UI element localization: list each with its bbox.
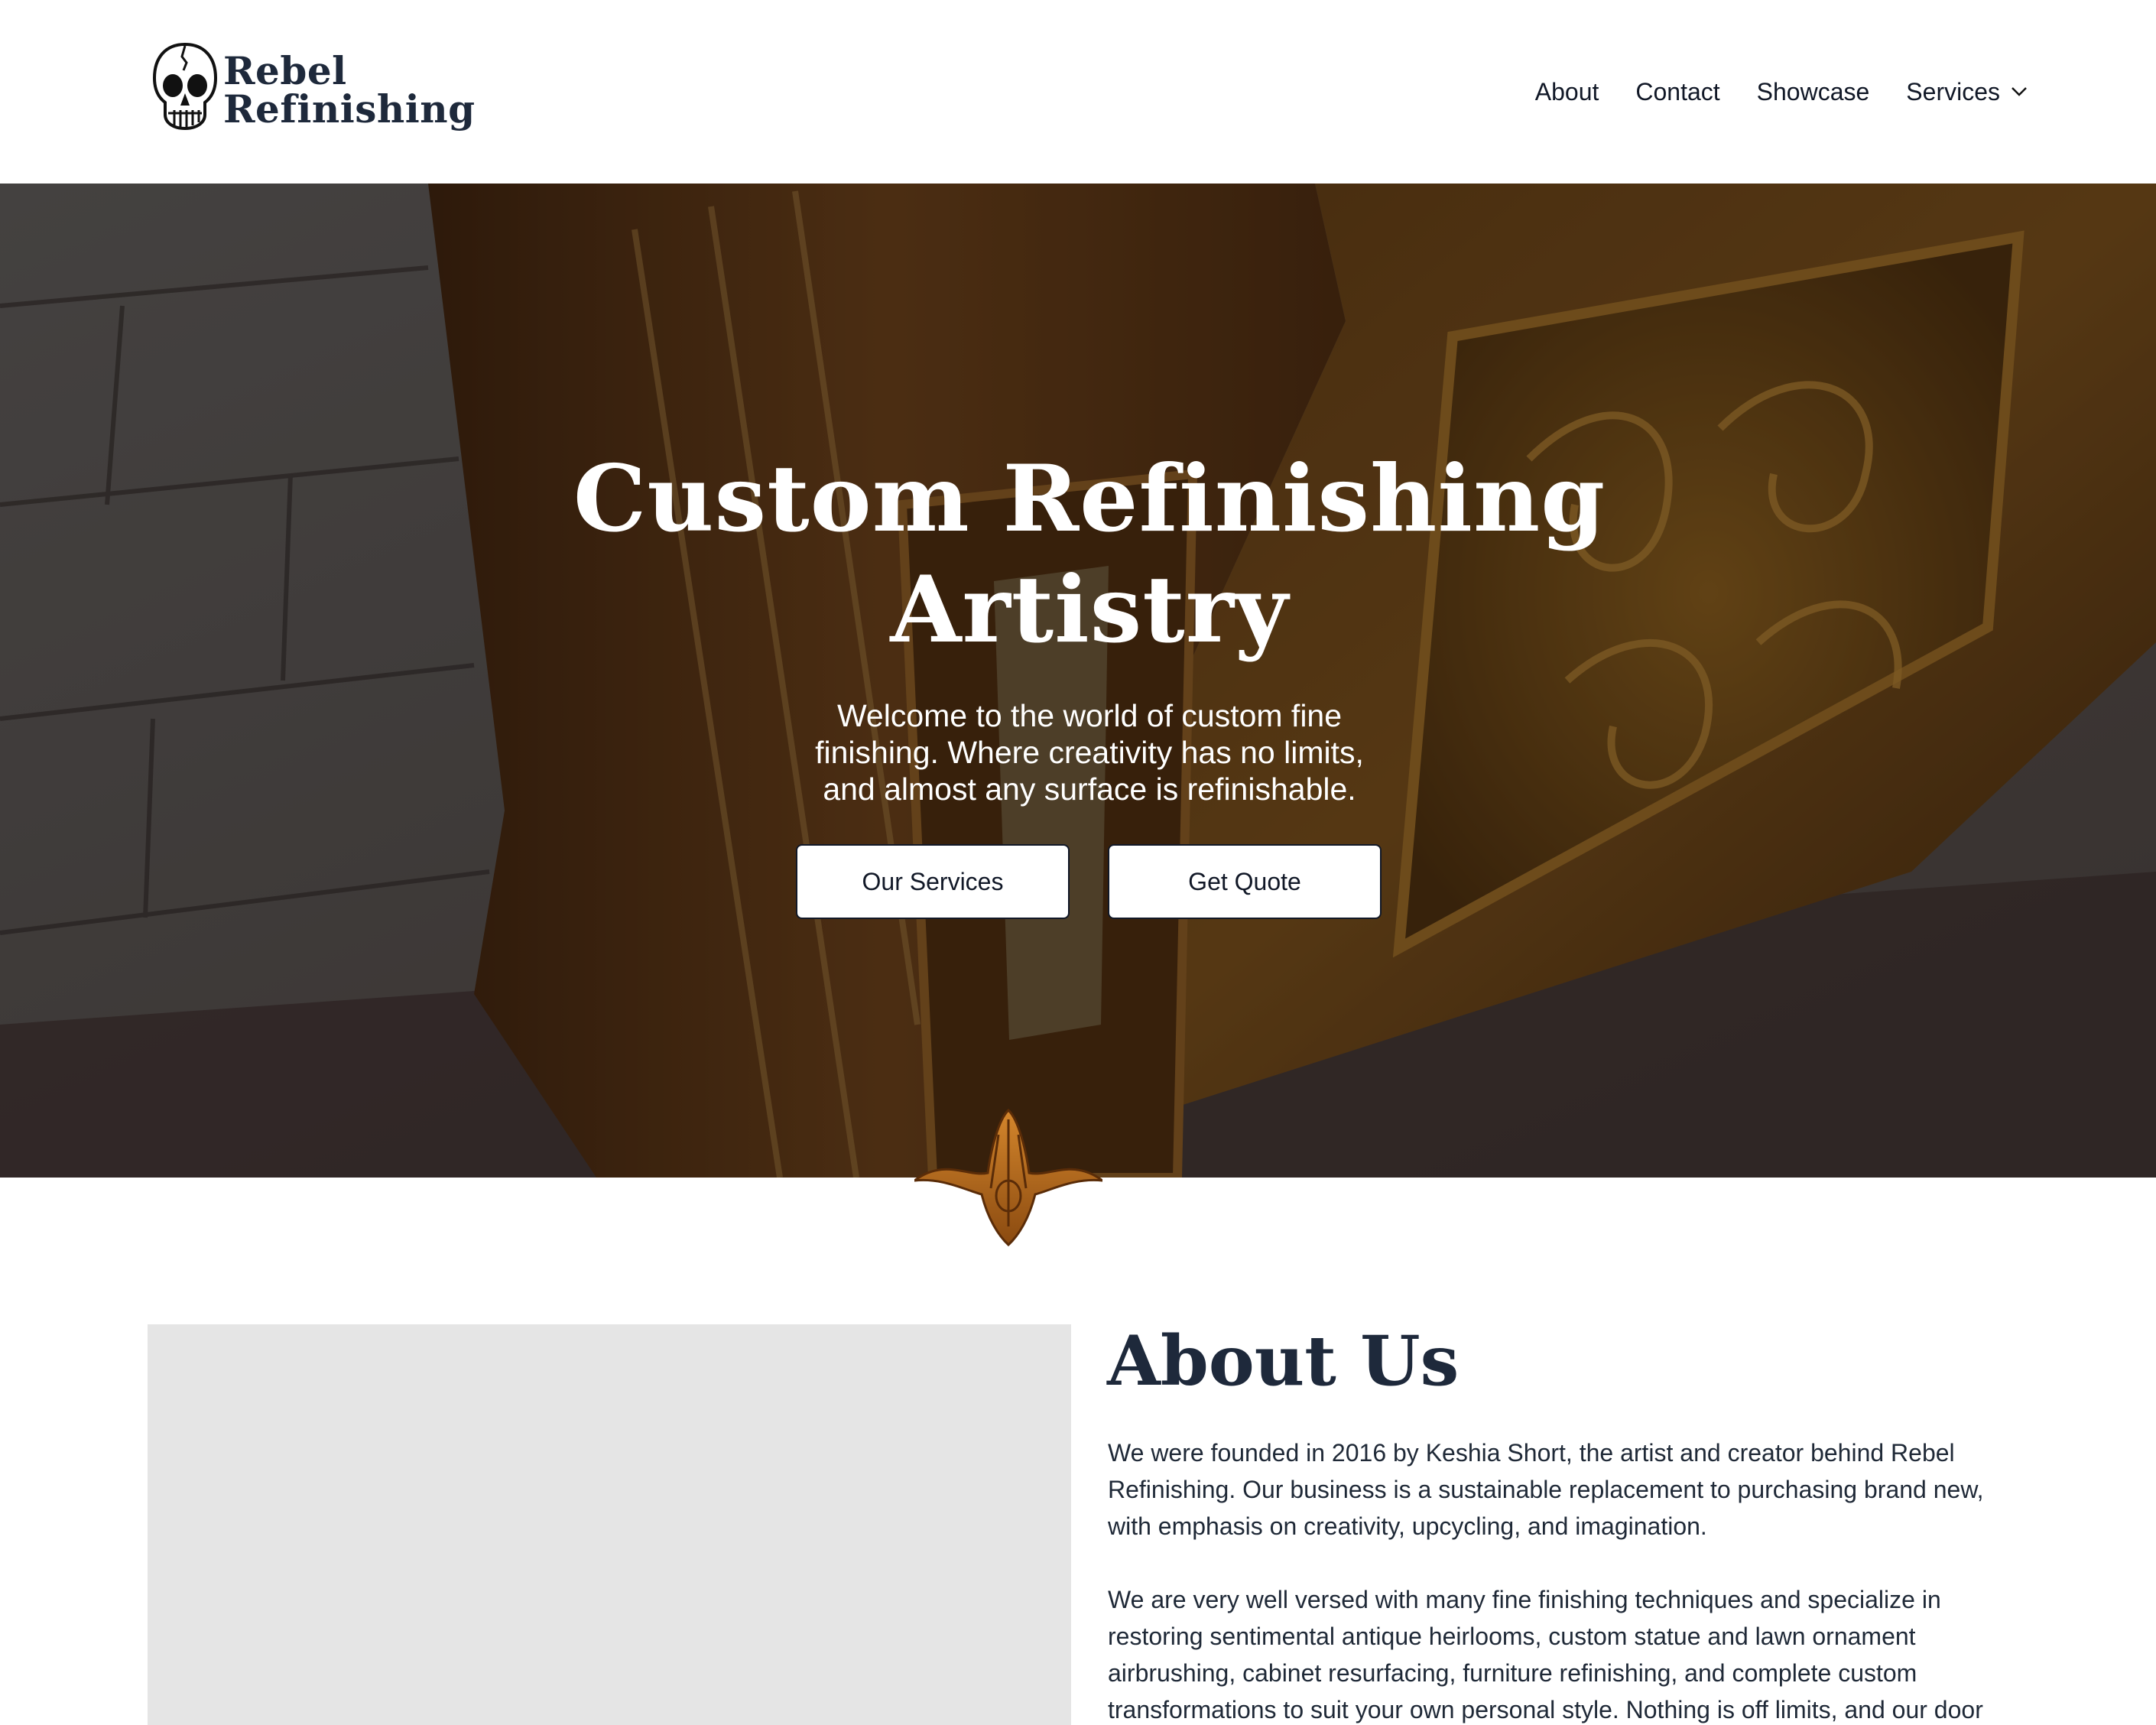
hero-title-line-1: Custom Refinishing [573,445,1606,553]
nav-services-label: Services [1906,78,2000,106]
logo-line-2: Refinishing [223,86,476,132]
nav-services[interactable]: Services [1906,75,2028,109]
site-header: Rebel Refinishing About Contact Showcase… [0,0,2156,184]
about-paragraph-1: We were founded in 2016 by Keshia Short,… [1108,1439,1984,1540]
nav-contact[interactable]: Contact [1635,75,1719,109]
nav-about[interactable]: About [1535,75,1599,109]
about-image-placeholder [148,1324,1071,1725]
nav-showcase[interactable]: Showcase [1757,75,1870,109]
logo-text: Rebel Refinishing [223,52,476,128]
hero-title-line-2: Artistry [890,556,1289,664]
about-title: About Us [1107,1321,1460,1402]
logo[interactable]: Rebel Refinishing [150,40,476,141]
hero-section: Custom Refinishing Artistry Welcome to t… [0,184,2156,1178]
about-paragraph-2: We are very well versed with many fine f… [1108,1586,1983,1723]
our-services-button[interactable]: Our Services [796,844,1070,919]
get-quote-button[interactable]: Get Quote [1108,844,1382,919]
skull-icon [152,42,218,131]
hero-title: Custom Refinishing Artistry [0,443,2156,665]
hero-subtitle: Welcome to the world of custom fine fini… [815,698,1364,807]
logo-line-1: Rebel [223,48,347,93]
chevron-down-icon [2012,87,2027,96]
main-nav: About Contact Showcase Services [1535,75,2028,109]
carved-ornament-icon [914,1108,1102,1246]
hero-background-image [0,184,2156,1178]
